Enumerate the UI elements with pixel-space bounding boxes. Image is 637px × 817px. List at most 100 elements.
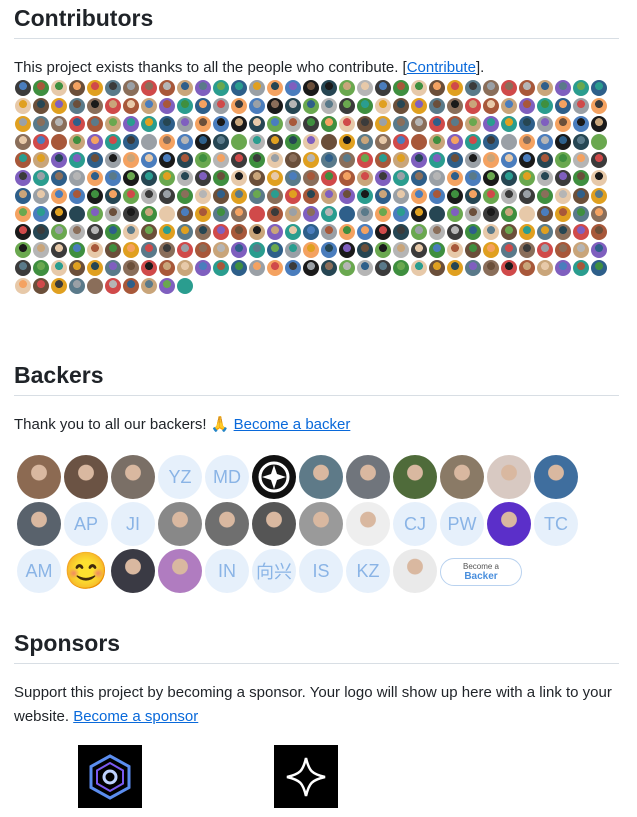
contributor-avatar[interactable] [123, 152, 139, 168]
contributor-avatar[interactable] [159, 224, 175, 240]
contributor-avatar[interactable] [141, 242, 157, 258]
contributor-avatar[interactable] [591, 98, 607, 114]
contributor-avatar[interactable] [447, 206, 463, 222]
become-sponsor-link[interactable]: Become a sponsor [73, 708, 198, 725]
backer-initials-avatar[interactable]: 向兴 [252, 549, 296, 593]
contributor-avatar[interactable] [447, 224, 463, 240]
contributor-avatar[interactable] [285, 188, 301, 204]
contributor-avatar[interactable] [537, 224, 553, 240]
contributor-avatar[interactable] [195, 98, 211, 114]
contributor-avatar[interactable] [15, 116, 31, 132]
contributor-avatar[interactable] [69, 116, 85, 132]
contributor-avatar[interactable] [357, 224, 373, 240]
contributor-avatar[interactable] [429, 134, 445, 150]
contributor-avatar[interactable] [411, 134, 427, 150]
backer-photo-avatar[interactable] [299, 455, 343, 499]
backer-initials-avatar[interactable]: YZ [158, 455, 202, 499]
contributor-avatar[interactable] [87, 260, 103, 276]
contributor-avatar[interactable] [105, 152, 121, 168]
contributor-avatar[interactable] [411, 170, 427, 186]
contributor-avatar[interactable] [465, 206, 481, 222]
backer-photo-avatar[interactable] [158, 549, 202, 593]
contributor-avatar[interactable] [267, 80, 283, 96]
contributor-avatar[interactable] [33, 260, 49, 276]
contributor-avatar[interactable] [555, 188, 571, 204]
contributor-avatar[interactable] [177, 260, 193, 276]
contributor-avatar[interactable] [105, 116, 121, 132]
become-backer-link[interactable]: Become a backer [234, 416, 351, 433]
backer-photo-avatar[interactable] [64, 455, 108, 499]
contributor-avatar[interactable] [177, 206, 193, 222]
contributor-avatar[interactable] [213, 80, 229, 96]
contributor-avatar[interactable] [483, 170, 499, 186]
contributor-avatar[interactable] [537, 242, 553, 258]
contributor-avatar[interactable] [141, 134, 157, 150]
contributor-avatar[interactable] [555, 98, 571, 114]
contributor-avatar[interactable] [51, 116, 67, 132]
contributor-avatar[interactable] [69, 188, 85, 204]
contributor-avatar[interactable] [249, 260, 265, 276]
contributor-avatar[interactable] [51, 224, 67, 240]
contributor-avatar[interactable] [15, 242, 31, 258]
contributor-avatar[interactable] [33, 98, 49, 114]
contributor-avatar[interactable] [51, 188, 67, 204]
contributor-avatar[interactable] [303, 242, 319, 258]
contributor-avatar[interactable] [483, 116, 499, 132]
contributor-avatar[interactable] [33, 170, 49, 186]
contributor-avatar[interactable] [285, 152, 301, 168]
backer-photo-avatar[interactable] [346, 502, 390, 546]
backer-initials-avatar[interactable]: KZ [346, 549, 390, 593]
contributor-avatar[interactable] [411, 224, 427, 240]
contributor-avatar[interactable] [375, 206, 391, 222]
backer-initials-avatar[interactable]: IN [205, 549, 249, 593]
contributor-avatar[interactable] [195, 224, 211, 240]
contributor-avatar[interactable] [231, 116, 247, 132]
contributor-avatar[interactable] [33, 242, 49, 258]
contributor-avatar[interactable] [303, 170, 319, 186]
contributor-avatar[interactable] [393, 170, 409, 186]
contributor-avatar[interactable] [141, 224, 157, 240]
contributor-avatar[interactable] [501, 242, 517, 258]
contributor-avatar[interactable] [519, 170, 535, 186]
contributor-avatar[interactable] [195, 260, 211, 276]
contributor-avatar[interactable] [411, 116, 427, 132]
contributor-avatar[interactable] [393, 134, 409, 150]
contributor-avatar[interactable] [375, 134, 391, 150]
contributor-avatar[interactable] [375, 224, 391, 240]
contributor-avatar[interactable] [429, 224, 445, 240]
contributor-avatar[interactable] [51, 242, 67, 258]
contributor-avatar[interactable] [339, 224, 355, 240]
contributor-avatar[interactable] [429, 206, 445, 222]
contributor-avatar[interactable] [213, 206, 229, 222]
contributor-avatar[interactable] [159, 206, 175, 222]
contributor-avatar[interactable] [429, 152, 445, 168]
contributor-avatar[interactable] [303, 206, 319, 222]
backer-photo-avatar[interactable] [487, 502, 531, 546]
contributor-avatar[interactable] [465, 260, 481, 276]
contributor-avatar[interactable] [231, 260, 247, 276]
contributor-avatar[interactable] [159, 170, 175, 186]
contributor-avatar[interactable] [321, 116, 337, 132]
contributor-avatar[interactable] [285, 170, 301, 186]
contributor-avatar[interactable] [519, 134, 535, 150]
contributor-avatar[interactable] [123, 188, 139, 204]
contributor-avatar[interactable] [519, 98, 535, 114]
contributor-avatar[interactable] [303, 134, 319, 150]
contributor-avatar[interactable] [159, 80, 175, 96]
contributor-avatar[interactable] [555, 134, 571, 150]
contributor-avatar[interactable] [177, 278, 193, 294]
contributor-avatar[interactable] [321, 188, 337, 204]
contributor-avatar[interactable] [105, 260, 121, 276]
contributor-avatar[interactable] [15, 98, 31, 114]
contributor-avatar[interactable] [321, 206, 337, 222]
contributor-avatar[interactable] [339, 242, 355, 258]
contributor-avatar[interactable] [249, 242, 265, 258]
contributor-avatar[interactable] [87, 224, 103, 240]
contributor-avatar[interactable] [303, 116, 319, 132]
contributor-avatar[interactable] [285, 242, 301, 258]
contributor-avatar[interactable] [483, 152, 499, 168]
contributor-avatar[interactable] [249, 98, 265, 114]
contributor-avatar[interactable] [213, 188, 229, 204]
contributor-avatar[interactable] [357, 206, 373, 222]
contributor-avatar[interactable] [573, 206, 589, 222]
